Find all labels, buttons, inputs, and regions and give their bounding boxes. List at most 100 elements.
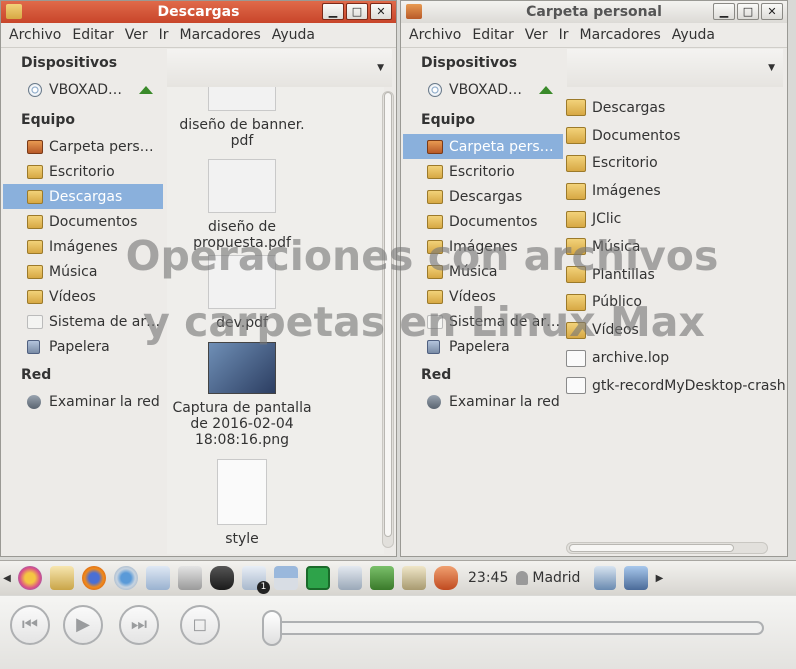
sidebar-item-descargas[interactable]: Descargas xyxy=(3,184,163,209)
sidebar-item-home[interactable]: Carpeta pers… xyxy=(403,134,563,159)
scrollbar-thumb[interactable] xyxy=(569,544,734,552)
list-item[interactable]: Público xyxy=(566,289,786,317)
menu-archivo[interactable]: Archivo xyxy=(9,27,61,43)
path-bar[interactable]: ▼ xyxy=(167,49,392,87)
list-item[interactable]: Vídeos xyxy=(566,316,786,344)
menu-ver[interactable]: Ver xyxy=(125,27,148,43)
rewind-button[interactable]: ⏮ xyxy=(10,605,50,645)
monitor-icon[interactable] xyxy=(594,566,617,590)
file-item[interactable]: Captura de pantalla de 2016-02-04 18:08:… xyxy=(167,342,317,448)
list-item[interactable]: Plantillas xyxy=(566,261,786,289)
menu-ayuda[interactable]: Ayuda xyxy=(672,27,715,43)
minimize-button[interactable]: ▁ xyxy=(713,3,735,20)
sidebar-item-papelera[interactable]: Papelera xyxy=(403,334,563,359)
progress-slider[interactable] xyxy=(262,621,764,635)
image-thumbnail-icon xyxy=(208,342,276,394)
sidebar-item-imagenes[interactable]: Imágenes xyxy=(3,234,163,259)
sidebar-item-escritorio[interactable]: Escritorio xyxy=(3,159,163,184)
sidebar-item-descargas[interactable]: Descargas xyxy=(403,184,563,209)
chevron-down-icon[interactable]: ▼ xyxy=(377,63,384,73)
progress-slider-knob[interactable] xyxy=(262,610,282,646)
mail-icon[interactable] xyxy=(338,566,362,590)
sidebar-item-filesystem[interactable]: Sistema de ar… xyxy=(3,309,163,334)
user-menu[interactable]: Madrid xyxy=(516,570,580,586)
sidebar-item-network[interactable]: Examinar la red xyxy=(3,389,163,414)
path-bar[interactable]: ▼ xyxy=(567,49,783,87)
title-bar[interactable]: Carpeta personal ▁ □ ✕ xyxy=(401,1,787,23)
chevron-right-icon[interactable]: ▶ xyxy=(652,573,666,584)
status-icon[interactable] xyxy=(306,566,330,590)
list-item[interactable]: Documentos xyxy=(566,122,786,150)
sidebar-item-escritorio[interactable]: Escritorio xyxy=(403,159,563,184)
list-item[interactable]: Descargas xyxy=(566,94,786,122)
list-item[interactable]: Imágenes xyxy=(566,177,786,205)
folder-icon xyxy=(566,210,586,228)
document-thumbnail-icon xyxy=(217,459,267,525)
sidebar-item-device[interactable]: VBOXAD… xyxy=(403,77,563,102)
list-item[interactable]: JClic xyxy=(566,205,786,233)
pager-icon[interactable] xyxy=(274,566,298,590)
sidebar-item-videos[interactable]: Vídeos xyxy=(3,284,163,309)
title-bar[interactable]: Descargas ▁ □ ✕ xyxy=(1,1,396,23)
chromium-icon[interactable] xyxy=(114,566,138,590)
file-item[interactable]: style xyxy=(167,459,317,547)
home-folder-app-icon xyxy=(406,4,422,19)
recycle-icon[interactable] xyxy=(370,566,394,590)
home-folder-icon xyxy=(427,139,443,154)
file-item[interactable]: diseño de banner. pdf xyxy=(167,87,317,149)
close-button[interactable]: ✕ xyxy=(370,3,392,20)
clock[interactable]: 23:45 xyxy=(468,570,508,586)
menu-ir[interactable]: Ir xyxy=(159,27,169,43)
menu-ir[interactable]: Ir xyxy=(559,27,569,43)
storage-icon[interactable] xyxy=(402,566,426,590)
list-item[interactable]: Escritorio xyxy=(566,150,786,178)
maximize-button[interactable]: □ xyxy=(346,3,368,20)
stop-button[interactable]: ◻ xyxy=(180,605,220,645)
file-item[interactable]: dev.pdf xyxy=(167,255,317,331)
chevron-left-icon[interactable]: ◀ xyxy=(0,573,14,584)
horizontal-scrollbar[interactable] xyxy=(566,542,768,554)
sidebar-item-musica[interactable]: Música xyxy=(3,259,163,284)
firefox-icon[interactable] xyxy=(82,566,106,590)
home-folder-icon xyxy=(27,139,43,154)
sidebar-item-filesystem[interactable]: Sistema de ar… xyxy=(403,309,563,334)
menu-ayuda[interactable]: Ayuda xyxy=(272,27,315,43)
sidebar-item-videos[interactable]: Vídeos xyxy=(403,284,563,309)
list-item[interactable]: archive.lop xyxy=(566,344,786,372)
app-menu-icon[interactable] xyxy=(18,566,42,590)
notes-icon[interactable] xyxy=(146,566,170,590)
play-button[interactable]: ▶ xyxy=(63,605,103,645)
close-button[interactable]: ✕ xyxy=(761,3,783,20)
list-item[interactable]: gtk-recordMyDesktop-crash xyxy=(566,372,786,400)
screenshot-icon[interactable] xyxy=(178,566,202,590)
sidebar-item-imagenes[interactable]: Imágenes xyxy=(403,234,563,259)
list-item[interactable]: Música xyxy=(566,233,786,261)
sidebar-item-home[interactable]: Carpeta pers… xyxy=(3,134,163,159)
scrollbar-thumb[interactable] xyxy=(384,92,392,537)
trash-bin-icon[interactable] xyxy=(624,566,649,590)
eject-icon[interactable] xyxy=(139,85,153,94)
text-editor-icon[interactable] xyxy=(50,566,74,590)
sidebar-item-musica[interactable]: Música xyxy=(403,259,563,284)
menu-editar[interactable]: Editar xyxy=(72,27,113,43)
maximize-button[interactable]: □ xyxy=(737,3,759,20)
eject-icon[interactable] xyxy=(539,85,553,94)
menu-editar[interactable]: Editar xyxy=(472,27,513,43)
workspace-switcher-icon[interactable]: 1 xyxy=(242,566,270,594)
volume-icon[interactable] xyxy=(434,566,458,590)
sidebar-item-documentos[interactable]: Documentos xyxy=(3,209,163,234)
sidebar-item-papelera[interactable]: Papelera xyxy=(3,334,163,359)
file-item[interactable]: diseño de propuesta.pdf xyxy=(167,159,317,251)
menu-marcadores[interactable]: Marcadores xyxy=(180,27,261,43)
sidebar-item-network[interactable]: Examinar la red xyxy=(403,389,563,414)
menu-archivo[interactable]: Archivo xyxy=(409,27,461,43)
glasses-icon[interactable] xyxy=(210,566,234,590)
menu-marcadores[interactable]: Marcadores xyxy=(580,27,661,43)
vertical-scrollbar[interactable] xyxy=(382,91,394,548)
sidebar-item-device[interactable]: VBOXAD… xyxy=(3,77,163,102)
menu-ver[interactable]: Ver xyxy=(525,27,548,43)
minimize-button[interactable]: ▁ xyxy=(322,3,344,20)
fast-forward-button[interactable]: ⏭ xyxy=(119,605,159,645)
chevron-down-icon[interactable]: ▼ xyxy=(768,63,775,73)
sidebar-item-documentos[interactable]: Documentos xyxy=(403,209,563,234)
